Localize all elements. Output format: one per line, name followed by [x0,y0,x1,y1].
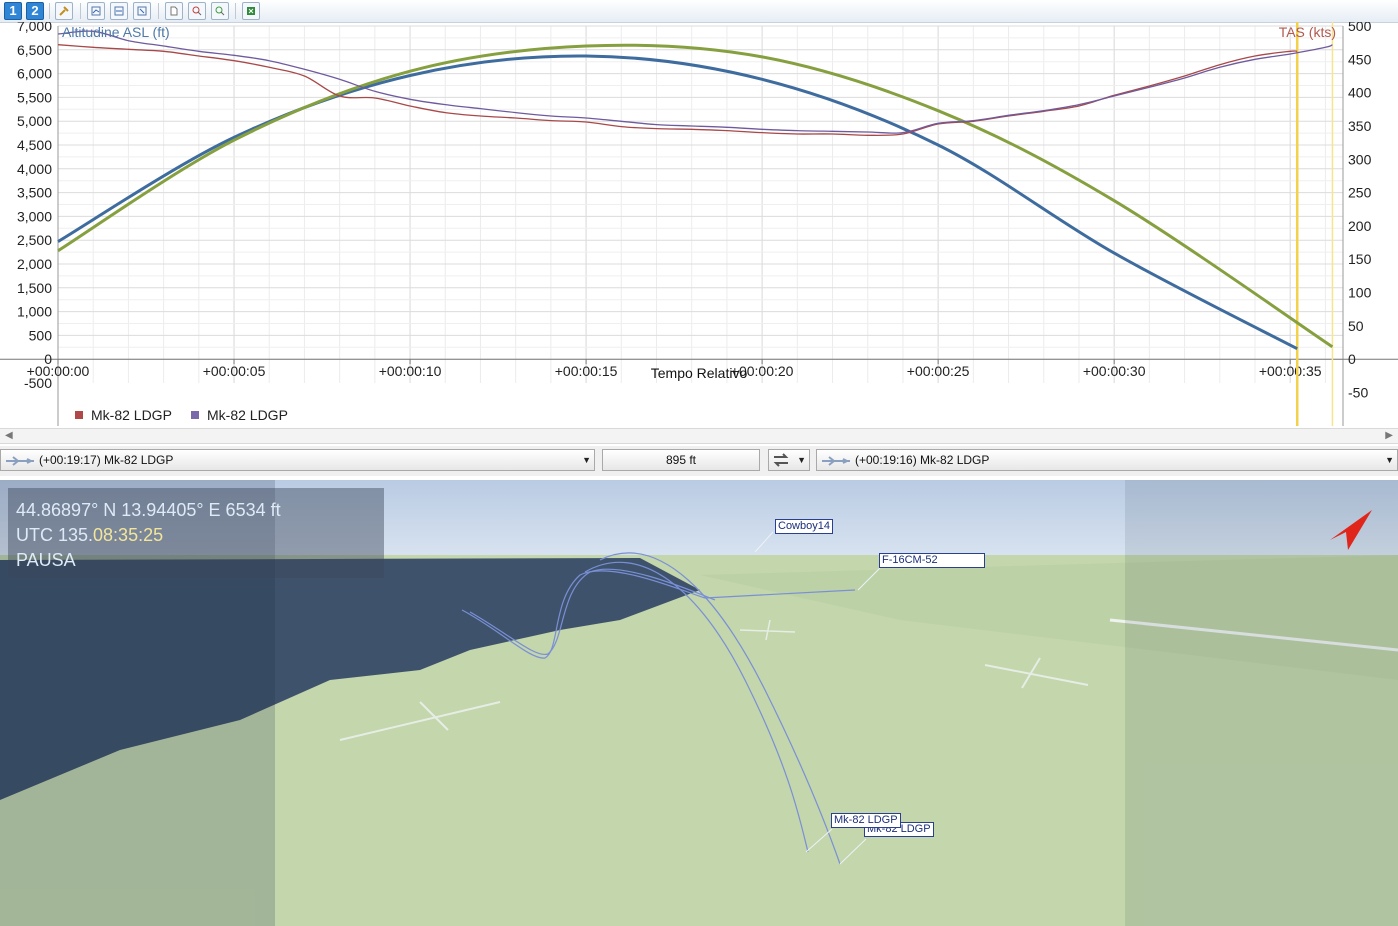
left-object-select[interactable]: (+00:19:17) Mk-82 LDGP ▼ [0,449,595,471]
left-axis-tick-label: 500 [29,327,53,343]
right-axis-tick-label: 400 [1348,85,1372,101]
chart-horizontal-scrollbar[interactable]: ◀ ▶ [0,428,1398,444]
right-axis-tick-label: 150 [1348,251,1372,267]
right-axis-tick-label: 450 [1348,51,1372,67]
left-axis-tick-label: 4,000 [17,161,52,177]
right-axis-tick-label: 100 [1348,285,1372,301]
right-axis-tick-label: 350 [1348,118,1372,134]
swap-icon [773,453,789,467]
left-axis-ticks: -50005001,0001,5002,0002,5003,0003,5004,… [17,22,52,391]
tas-series-line-2 [57,30,1333,134]
right-axis-tick-label: 500 [1348,22,1372,34]
chart-series [57,30,1334,351]
right-object-select[interactable]: (+00:19:16) Mk-82 LDGP ▼ [816,449,1398,471]
hud-utc: UTC 135.08:35:25 [16,525,163,546]
new-page-icon[interactable] [165,2,183,20]
object-label-cowboy14[interactable]: Cowboy14 [775,519,833,534]
right-axis-tick-label: 50 [1348,318,1364,334]
x-axis-tick-label: +00:00:35 [1259,363,1322,379]
left-axis-title: Altitudine ASL (ft) [62,24,170,40]
right-axis-tick-label: 300 [1348,151,1372,167]
left-axis-tick-label: 3,500 [17,185,52,201]
toolbar-separator [80,3,81,19]
x-axis-title: Tempo Relativo [651,365,748,381]
right-axis-title: TAS (kts) [1279,24,1336,40]
right-axis-ticks: -50 0 50 100 150 200 250 300 350 400 450 500 [1348,22,1372,401]
distance-display: 895 ft [602,449,760,471]
hud-overlay: 44.86897° N 13.94405° E 6534 ft UTC 135.… [8,488,384,578]
x-axis-tick-label: +00:00:25 [907,363,970,379]
chevron-down-icon[interactable]: ▼ [1385,450,1394,470]
x-axis-tick-label: +00:00:05 [203,363,266,379]
x-axis-tick-label: +00:00:15 [555,363,618,379]
chart-remove-icon[interactable] [133,2,151,20]
chart-add-icon[interactable] [87,2,105,20]
left-axis-tick-label: 1,000 [17,304,52,320]
toolbar-separator [49,3,50,19]
left-axis-tick-label: 3,000 [17,208,52,224]
x-axis-tick-label: +00:00:00 [27,363,90,379]
right-axis-tick-label: 0 [1348,351,1356,367]
chart-legend: Mk-82 LDGP Mk-82 LDGP [75,407,288,423]
tas-series-line-1 [57,44,1298,137]
right-object-label: (+00:19:16) Mk-82 LDGP [855,453,990,467]
left-axis-tick-label: 6,500 [17,42,52,58]
hud-utc-time: 08:35:25 [93,525,164,545]
swap-objects-button[interactable]: ▼ [768,449,810,471]
left-object-label: (+00:19:17) Mk-82 LDGP [39,453,174,467]
left-axis-tick-label: 1,500 [17,280,52,296]
left-axis-tick-label: 4,500 [17,137,52,153]
left-axis-tick-label: 5,000 [17,113,52,129]
scroll-left-arrow-icon[interactable]: ◀ [5,429,13,443]
altitude-series-line-1 [57,54,1298,351]
altitude-series-line-2 [57,43,1334,349]
distance-value: 895 ft [665,453,697,467]
toolbar-separator [235,3,236,19]
telemetry-chart[interactable]: -50005001,0001,5002,0002,5003,0003,5004,… [0,22,1398,428]
chart-stack-icon[interactable] [110,2,128,20]
left-axis-tick-label: 2,500 [17,232,52,248]
chart-grid [57,25,1343,383]
left-axis-tick-label: 2,000 [17,256,52,272]
right-shade-panel [1125,480,1398,926]
object-label-f16cm-52[interactable]: F-16CM-52 [879,553,985,568]
left-axis-tick-label: 6,000 [17,66,52,82]
zoom-out-icon[interactable] [188,2,206,20]
toolbar-separator [158,3,159,19]
object-label-bomb-1[interactable]: Mk-82 LDGP [831,813,901,828]
tab-1-button[interactable]: 1 [4,2,22,20]
wrench-icon[interactable] [55,2,73,20]
hud-coordinates: 44.86897° N 13.94405° E 6534 ft [16,500,281,520]
right-axis-tick-label: -50 [1348,385,1368,401]
object-selector-bar: (+00:19:17) Mk-82 LDGP ▼ 895 ft ▼ (+00:1… [0,446,1398,476]
hud-utc-prefix: UTC 135. [16,525,94,545]
right-axis-tick-label: 200 [1348,218,1372,234]
x-axis-tick-label: +00:00:10 [379,363,442,379]
left-axis-tick-label: 5,500 [17,89,52,105]
right-axis-tick-label: 250 [1348,185,1372,201]
aircraft-icon [822,456,850,466]
zoom-in-icon[interactable] [211,2,229,20]
legend-label-1: Mk-82 LDGP [91,407,172,423]
3d-view[interactable]: 44.86897° N 13.94405° E 6534 ft UTC 135.… [0,480,1398,926]
x-axis-tick-label: +00:00:30 [1083,363,1146,379]
chevron-down-icon[interactable]: ▼ [582,450,591,470]
legend-swatch-1 [75,411,83,419]
legend-swatch-2 [191,411,199,419]
export-excel-icon[interactable] [242,2,260,20]
tab-2-button[interactable]: 2 [26,2,44,20]
chevron-down-icon[interactable]: ▼ [797,450,806,470]
aircraft-icon [6,456,34,466]
hud-status: PAUSA [16,550,76,570]
legend-label-2: Mk-82 LDGP [207,407,288,423]
scroll-right-arrow-icon[interactable]: ▶ [1385,429,1393,443]
left-axis-tick-label: 7,000 [17,22,52,34]
toolbar: 1 2 [0,0,1398,23]
